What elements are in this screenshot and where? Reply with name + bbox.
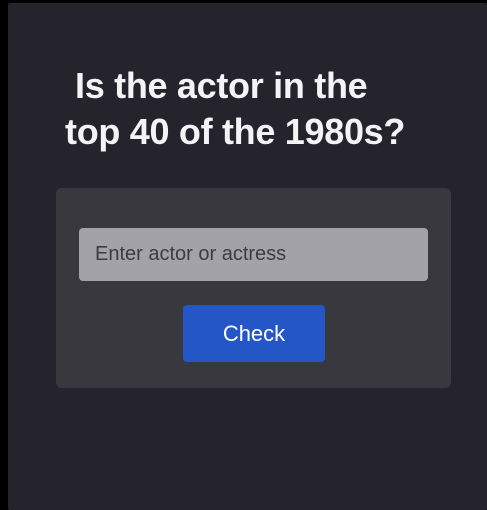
page-title-line-1: Is the actor in the (75, 65, 368, 106)
check-button[interactable]: Check (183, 305, 325, 362)
page-title-line-2: top 40 of the 1980s? (65, 111, 406, 152)
actor-search-input[interactable] (79, 228, 428, 281)
actor-check-card: Check (56, 188, 451, 388)
app-screen: Is the actor in the top 40 of the 1980s?… (8, 3, 487, 510)
page-title: Is the actor in the top 40 of the 1980s? (8, 63, 487, 155)
